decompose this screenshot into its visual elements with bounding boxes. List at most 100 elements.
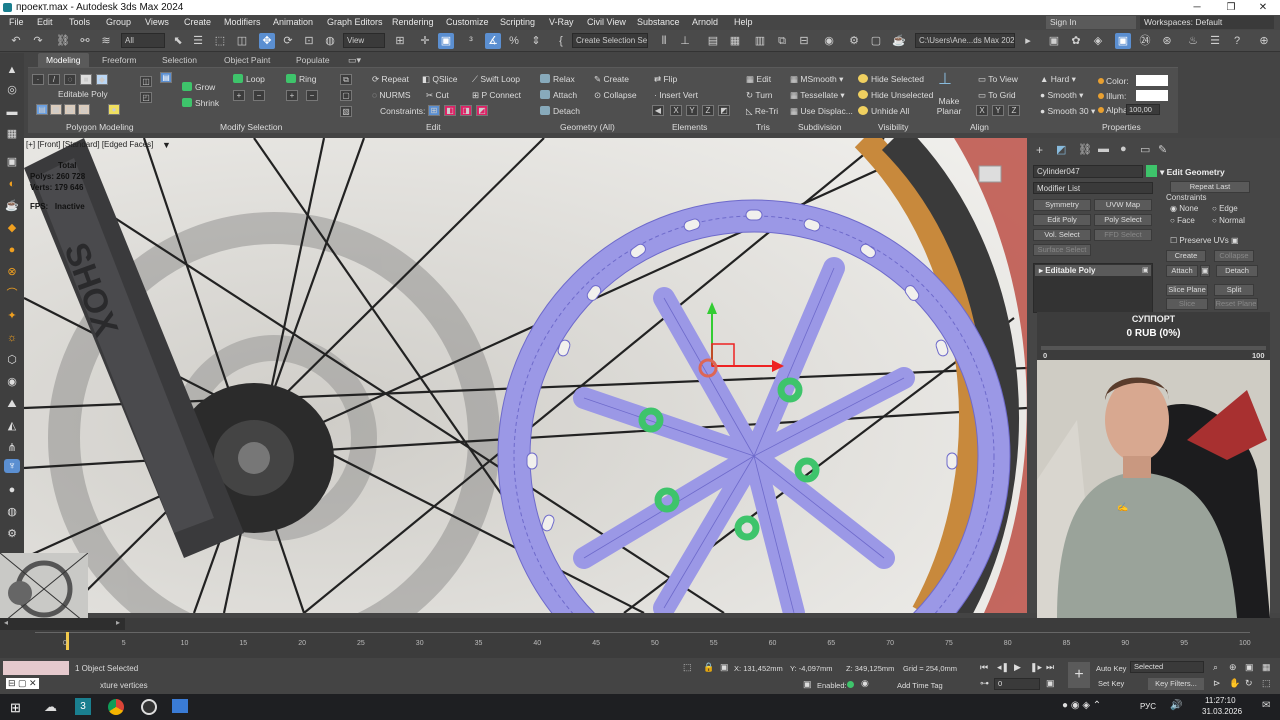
copy-icon[interactable]: ⧉	[340, 74, 352, 85]
hierarchy-tab-icon[interactable]: ⛓	[1078, 143, 1092, 156]
ring-button[interactable]: Ring	[286, 74, 316, 84]
relax-button[interactable]: Relax	[540, 74, 575, 84]
planar-y-icon[interactable]: Y	[992, 105, 1004, 116]
qslice-button[interactable]: ◧ QSlice	[422, 74, 457, 85]
pan-icon[interactable]: ✋	[1229, 678, 1240, 689]
bind-spacewarp-icon[interactable]: ≋	[98, 33, 114, 49]
display-icon[interactable]: ▬	[4, 105, 20, 119]
stack-item-editable-poly[interactable]: ▸ Editable Poly	[1035, 265, 1151, 276]
planar-z-icon[interactable]: Z	[1008, 105, 1020, 116]
view-cube[interactable]	[978, 165, 1002, 183]
msmooth-button[interactable]: ▦ MSmooth ▾	[790, 74, 843, 85]
constraint-none-radio[interactable]: ◉ None	[1170, 204, 1198, 213]
hide-unselected-button[interactable]: Hide Unselected	[858, 90, 933, 100]
geometry-icon[interactable]: ●	[4, 243, 20, 257]
rectangle-selection-icon[interactable]: ⬚	[212, 33, 228, 49]
prev-frame-icon[interactable]: ◂❚	[997, 662, 1009, 673]
select-scale-icon[interactable]: ⊡	[301, 33, 317, 49]
visibility-group[interactable]: Visibility	[878, 122, 909, 132]
collapse-button-panel[interactable]: Collapse	[1214, 250, 1254, 262]
border-mode-icon[interactable]: ◌	[64, 74, 76, 85]
cut-button[interactable]: ✂ Cut	[426, 90, 449, 101]
display-tab-icon[interactable]: ●	[1120, 143, 1127, 155]
select-by-name-icon[interactable]: ☰	[190, 33, 206, 49]
create-panel-icon[interactable]: ▲	[4, 63, 20, 77]
modifier-list-dropdown[interactable]: Modifier List	[1033, 182, 1153, 194]
selection-set-dropdown[interactable]: Create Selection Se	[572, 33, 648, 48]
to-grid-button[interactable]: ▭ To Grid	[978, 90, 1016, 101]
sign-in-button[interactable]: Sign In	[1046, 16, 1136, 29]
time-config-icon[interactable]: ▣	[1046, 678, 1055, 689]
viewport-label[interactable]: [+] [Front] [Standard] [Edged Faces]	[26, 140, 153, 149]
turn-button[interactable]: ↻ Turn	[746, 90, 773, 101]
ribbon-toggle-icon[interactable]: ▥	[752, 33, 768, 49]
align-y-icon[interactable]: Y	[686, 105, 698, 116]
motion-tab-icon[interactable]: ▬	[1098, 143, 1109, 155]
redo-icon[interactable]: ↷	[30, 33, 46, 49]
shapes-icon[interactable]: ⊗	[4, 265, 20, 279]
reference-coord-dropdown[interactable]: View	[343, 33, 385, 48]
layer-explorer-icon[interactable]: ▤	[705, 33, 721, 49]
ignore-backfacing-icon[interactable]: ●	[108, 104, 120, 115]
use-soft-selection-icon[interactable]: ▧	[64, 104, 76, 115]
rendered-frame-icon[interactable]: ▢	[868, 33, 884, 49]
goto-start-icon[interactable]: ⏮	[980, 662, 988, 673]
stack-lock-icon[interactable]: ▣	[1142, 266, 1149, 274]
material-editor-icon[interactable]: ◉	[821, 33, 837, 49]
time-tag-icon[interactable]: ◉	[861, 678, 869, 689]
adaptive-degradation-icon[interactable]: ▣	[803, 679, 812, 690]
time-slider-next[interactable]: ▸	[116, 618, 120, 627]
re-tri-button[interactable]: ◺ Re-Tri	[746, 106, 778, 117]
minimap-thumbnail[interactable]	[0, 553, 88, 625]
helpers-icon[interactable]: ◆	[4, 221, 20, 235]
constraint-none-icon[interactable]: ⊞	[428, 105, 440, 116]
menu-substance[interactable]: Substance	[637, 17, 680, 27]
teapot-icon[interactable]: ☕	[4, 199, 20, 213]
nurms-button[interactable]: ◌ NURMS	[372, 90, 411, 100]
object-color-swatch[interactable]	[1146, 165, 1157, 177]
create-tab-icon[interactable]: +	[1036, 143, 1043, 157]
paste-settings-icon[interactable]: ▧	[340, 106, 352, 117]
align-x-icon[interactable]: X	[670, 105, 682, 116]
clock-date[interactable]: 31.03.2026	[1202, 707, 1242, 716]
align-z-icon[interactable]: Z	[702, 105, 714, 116]
menu-edit[interactable]: Edit	[37, 17, 53, 27]
project-folder-icon[interactable]: ▸	[1020, 33, 1036, 49]
smooth-button[interactable]: ● Smooth ▾	[1040, 90, 1083, 101]
arnold-icon[interactable]: ▣	[1115, 33, 1131, 49]
undo-icon[interactable]: ↶	[8, 33, 24, 49]
menu-rendering[interactable]: Rendering	[392, 17, 434, 27]
arnold-menu-icon[interactable]: ☰	[1207, 33, 1223, 49]
ribbon-options-icon[interactable]: ▭▾	[348, 55, 361, 66]
create-button-panel[interactable]: Create	[1166, 250, 1206, 262]
workspaces-dropdown[interactable]: Workspaces: Default	[1140, 16, 1274, 29]
repeat-last-button[interactable]: Repeat Last	[1170, 181, 1250, 193]
constraint-edge-radio[interactable]: ○ Edge	[1212, 204, 1238, 213]
attach-list-button[interactable]: ▣	[1200, 265, 1210, 277]
material-ball-icon[interactable]: ●	[4, 483, 20, 497]
surface-select-button[interactable]: Surface Select	[1033, 244, 1091, 256]
menu-graph-editors[interactable]: Graph Editors	[327, 17, 383, 27]
detach-button[interactable]: Detach	[540, 106, 580, 116]
edge-mode-icon[interactable]: /	[48, 74, 60, 85]
maximize-viewport-icon[interactable]: ⬚	[1262, 678, 1271, 689]
taskbar-obs-icon[interactable]	[141, 699, 157, 715]
zoom-all-icon[interactable]: ⊕	[1229, 662, 1237, 673]
timeline[interactable]: ◂ ▸	[0, 618, 1280, 658]
illum-swatch[interactable]	[1136, 90, 1168, 101]
ring-minus-icon[interactable]: −	[306, 90, 318, 101]
systems-icon[interactable]: ✦	[4, 309, 20, 323]
menu-views[interactable]: Views	[145, 17, 169, 27]
show-cage-icon[interactable]: ▨	[78, 104, 90, 115]
vol-select-button[interactable]: Vol. Select	[1033, 229, 1091, 241]
make-planar-button[interactable]: ⊥	[938, 72, 952, 88]
element-a-icon[interactable]: ◀	[652, 105, 664, 116]
auto-key-button[interactable]: Auto Key	[1096, 664, 1126, 673]
grow-button[interactable]: Grow	[182, 82, 215, 92]
shrink-button[interactable]: Shrink	[182, 98, 219, 108]
menu-vray[interactable]: V-Ray	[549, 17, 574, 27]
percent-snap-icon[interactable]: %	[506, 33, 522, 49]
window-crossing-icon[interactable]: ◫	[234, 33, 250, 49]
cube-icon[interactable]: ⬡	[4, 353, 20, 367]
zoom-extents-icon[interactable]: ▣	[1245, 662, 1254, 673]
